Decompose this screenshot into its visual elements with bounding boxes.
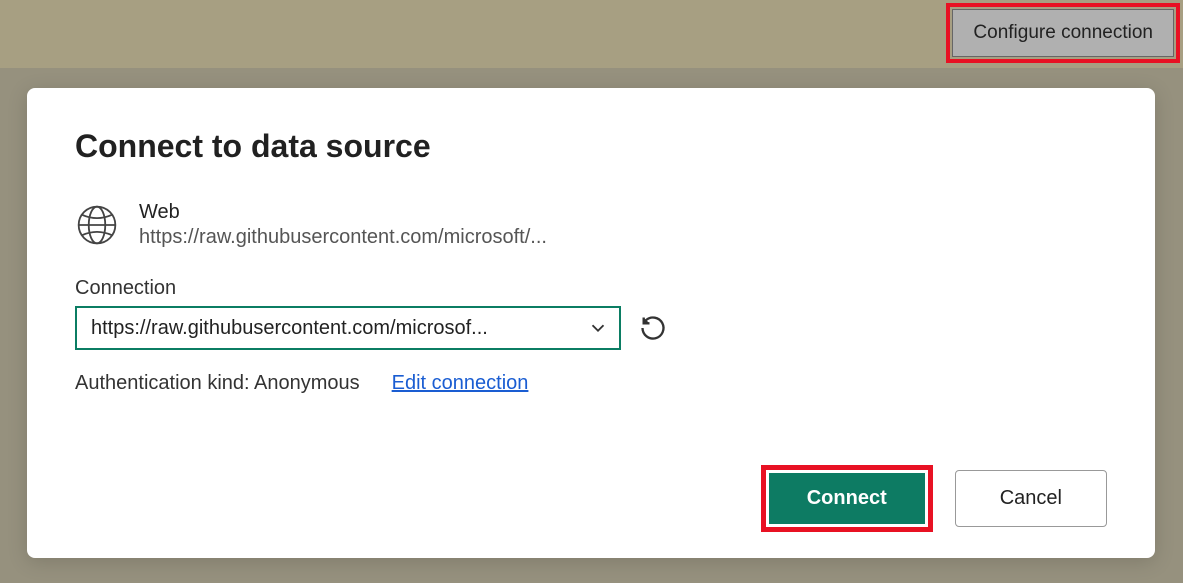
connect-data-source-dialog: Connect to data source Web https://raw.g… <box>27 88 1155 558</box>
connection-dropdown[interactable]: https://raw.githubusercontent.com/micros… <box>75 306 621 350</box>
connection-dropdown-value: https://raw.githubusercontent.com/micros… <box>91 317 488 340</box>
refresh-icon[interactable] <box>639 314 667 342</box>
data-source-info: Web https://raw.githubusercontent.com/mi… <box>139 201 547 249</box>
configure-connection-button[interactable]: Configure connection <box>952 9 1174 57</box>
dialog-footer: Connect Cancel <box>761 465 1107 532</box>
dialog-title: Connect to data source <box>75 128 1107 165</box>
edit-connection-link[interactable]: Edit connection <box>392 372 529 395</box>
data-source-url: https://raw.githubusercontent.com/micros… <box>139 226 547 249</box>
cancel-button[interactable]: Cancel <box>955 470 1107 527</box>
auth-kind-text: Authentication kind: Anonymous <box>75 372 360 395</box>
connection-label: Connection <box>75 277 1107 300</box>
globe-icon <box>75 203 119 247</box>
top-bar: Configure connection <box>0 0 1183 68</box>
data-source-name: Web <box>139 201 547 224</box>
chevron-down-icon <box>587 317 609 339</box>
data-source-row: Web https://raw.githubusercontent.com/mi… <box>75 201 1107 249</box>
configure-connection-highlight: Configure connection <box>946 3 1180 63</box>
auth-row: Authentication kind: Anonymous Edit conn… <box>75 372 1107 395</box>
connect-button[interactable]: Connect <box>769 473 925 524</box>
connection-row: https://raw.githubusercontent.com/micros… <box>75 306 1107 350</box>
connect-button-highlight: Connect <box>761 465 933 532</box>
